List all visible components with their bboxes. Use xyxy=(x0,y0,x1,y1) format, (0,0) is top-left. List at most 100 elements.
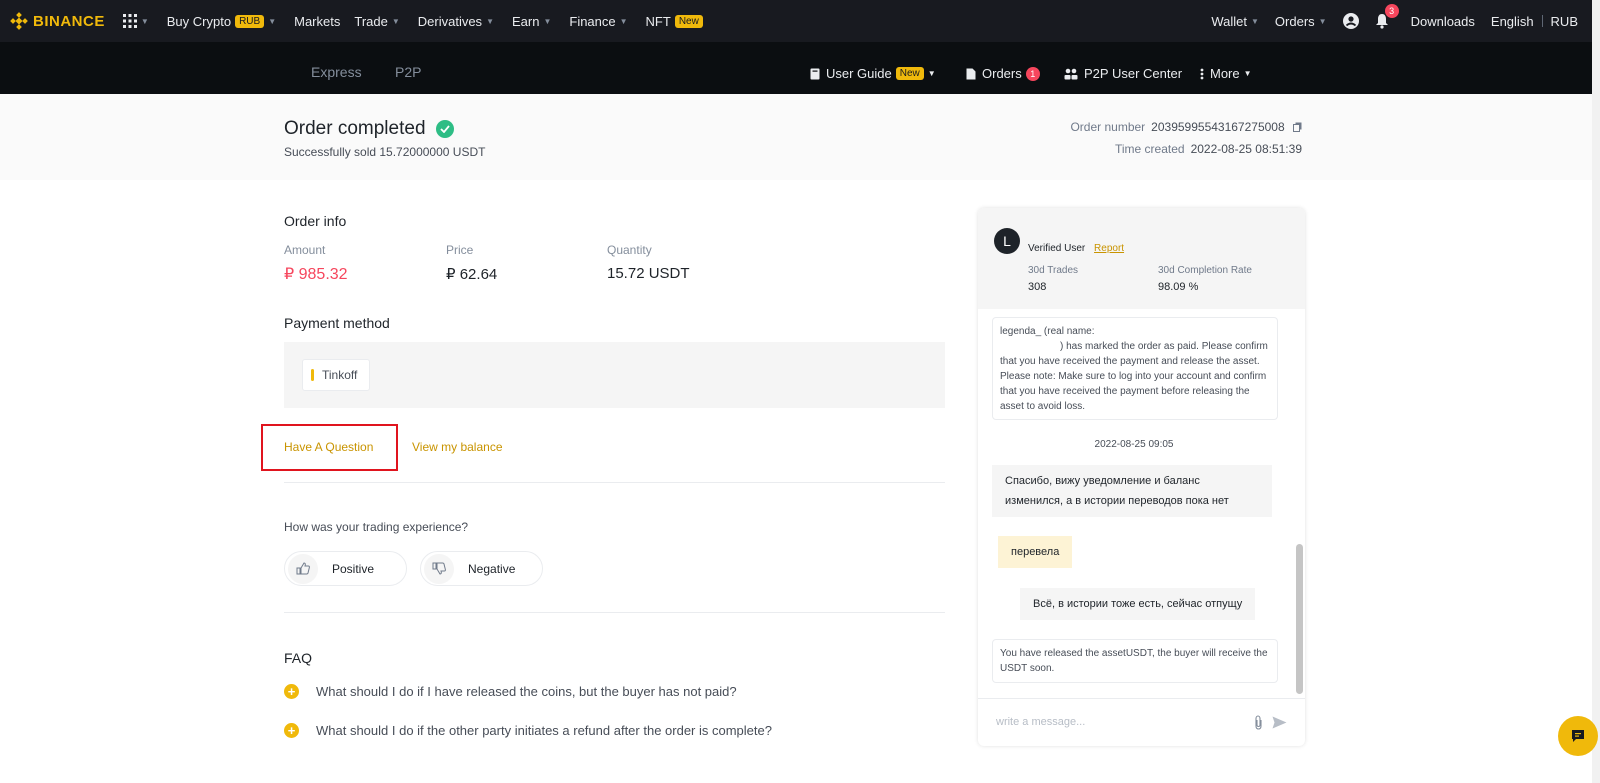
payment-method-title: Payment method xyxy=(284,315,390,331)
amount-value: ₽ 985.32 xyxy=(284,266,348,283)
quantity-label: Quantity xyxy=(607,243,652,257)
nav-language[interactable]: English xyxy=(1491,14,1534,29)
orders-badge: 1 xyxy=(1025,66,1040,81)
nav-derivatives[interactable]: Derivatives ▼ xyxy=(418,14,494,29)
binance-logo[interactable]: BINANCE xyxy=(10,12,105,30)
caret-down-icon: ▼ xyxy=(1243,69,1252,78)
order-header xyxy=(0,94,1592,180)
nav-label: Downloads xyxy=(1410,13,1475,29)
faq-item[interactable]: + What should I do if the other party ini… xyxy=(284,723,772,738)
price-label: Price xyxy=(446,243,474,257)
section-divider xyxy=(284,482,945,483)
chat-scrollbar[interactable] xyxy=(1296,544,1303,694)
view-balance-link[interactable]: View my balance xyxy=(412,440,503,454)
faq-item[interactable]: + What should I do if I have released the… xyxy=(284,684,737,699)
avatar[interactable]: L xyxy=(994,228,1020,254)
faq-question: What should I do if the other party init… xyxy=(316,723,772,738)
nav-label: Markets xyxy=(294,13,341,29)
have-a-question-link[interactable]: Have A Question xyxy=(284,440,373,454)
apps-grid-icon[interactable]: ▼ xyxy=(122,14,149,28)
profile-icon[interactable] xyxy=(1342,13,1359,29)
nav-buy-crypto[interactable]: Buy Crypto RUB ▼ xyxy=(167,14,276,29)
p2p-center-label: P2P User Center xyxy=(1084,66,1183,81)
trades-label: 30d Trades xyxy=(1028,265,1079,276)
system-message: You have released the assetUSDT, the buy… xyxy=(992,639,1278,683)
more-vertical-icon xyxy=(1200,68,1204,79)
chevron-down-icon: ▼ xyxy=(268,16,277,26)
orders-link[interactable]: Orders 1 xyxy=(966,66,1040,81)
nav-label: Orders xyxy=(1274,13,1315,29)
order-subtitle: Successfully sold 15.72000000 USDT xyxy=(284,145,486,159)
order-number-row: Order number 20395995543167275008 xyxy=(1070,120,1302,135)
copy-icon[interactable] xyxy=(1293,121,1302,135)
logo-text: BINANCE xyxy=(33,12,105,30)
currency-pill: RUB xyxy=(235,14,265,28)
faq-title: FAQ xyxy=(284,650,313,666)
chat-message-other: Спасибо, вижу уведомление и баланс измен… xyxy=(992,465,1272,517)
users-icon xyxy=(1064,68,1078,79)
system-message: legenda_ (real name:) has marked the ord… xyxy=(992,317,1278,420)
nav-wallet[interactable]: Wallet ▼ xyxy=(1211,14,1259,29)
payment-method-box xyxy=(284,342,945,408)
quantity-value: 15.72 USDT xyxy=(607,265,690,282)
nav-label: English xyxy=(1490,13,1534,29)
p2p-user-center-link[interactable]: P2P User Center xyxy=(1064,66,1182,81)
notification-badge: 3 xyxy=(1384,4,1399,18)
nav-currency[interactable]: RUB xyxy=(1551,14,1578,29)
paperclip-icon[interactable] xyxy=(1254,715,1263,730)
nav-label: Earn xyxy=(511,13,540,29)
nav-downloads[interactable]: Downloads xyxy=(1411,14,1475,29)
verified-user-label: Verified User Report xyxy=(1028,243,1124,254)
nav-markets[interactable]: Markets xyxy=(294,14,340,29)
book-icon xyxy=(810,68,820,79)
tab-p2p[interactable]: P2P xyxy=(395,64,421,80)
nav-label: RUB xyxy=(1550,13,1578,29)
order-status-title: Order completed xyxy=(284,118,426,139)
user-guide-menu[interactable]: User Guide New ▼ xyxy=(810,66,936,81)
faq-question: What should I do if I have released the … xyxy=(316,684,737,699)
page-scrollbar[interactable] xyxy=(1592,0,1600,783)
amount-label: Amount xyxy=(284,243,326,257)
more-label: More xyxy=(1210,66,1240,81)
p2p-subnav: Express P2P User Guide New ▼ Orders 1 P2… xyxy=(0,42,1600,94)
chat-panel: L Verified User Report 30d Trades 308 30… xyxy=(978,208,1305,746)
chat-header: L Verified User Report 30d Trades 308 30… xyxy=(978,208,1305,309)
completion-rate-label: 30d Completion Rate xyxy=(1158,265,1252,276)
time-created-label: Time created xyxy=(1114,142,1185,156)
message-input[interactable]: write a message... xyxy=(978,698,1305,746)
thumbs-down-icon xyxy=(424,553,454,584)
completion-rate-value: 98.09 % xyxy=(1158,281,1199,293)
nav-divider xyxy=(1541,15,1543,27)
trades-value: 308 xyxy=(1028,281,1047,293)
tab-express[interactable]: Express xyxy=(311,64,362,80)
nav-right: Wallet ▼ Orders ▼ 3 Downloads English RUB xyxy=(1195,4,1578,29)
chat-support-button[interactable] xyxy=(1558,716,1598,756)
nav-nft[interactable]: NFT New xyxy=(646,14,703,29)
nav-finance[interactable]: Finance ▼ xyxy=(569,14,627,29)
nav-label: Finance xyxy=(569,13,616,29)
new-pill: New xyxy=(895,67,924,80)
check-circle-icon xyxy=(435,120,454,138)
chevron-down-icon: ▼ xyxy=(1251,16,1259,26)
chevron-down-icon: ▼ xyxy=(619,16,628,26)
chevron-down-icon: ▼ xyxy=(391,16,400,26)
bell-icon[interactable]: 3 xyxy=(1375,4,1399,29)
nav-trade[interactable]: Trade ▼ xyxy=(354,14,399,29)
chevron-down-icon: ▼ xyxy=(543,16,552,26)
more-menu[interactable]: More ▼ xyxy=(1200,66,1252,81)
payment-method-chip: Tinkoff xyxy=(302,359,370,391)
nav-label: Derivatives xyxy=(417,13,483,29)
system-message-start: legenda_ (real name: xyxy=(1000,326,1095,337)
report-link[interactable]: Report xyxy=(1094,243,1124,254)
nav-orders[interactable]: Orders ▼ xyxy=(1275,14,1327,29)
chat-message-other: Всё, в истории тоже есть, сейчас отпущу xyxy=(1020,588,1256,620)
verified-text: Verified User xyxy=(1028,243,1086,254)
send-icon[interactable] xyxy=(1272,716,1287,729)
nav-earn[interactable]: Earn ▼ xyxy=(512,14,551,29)
positive-feedback-button[interactable]: Positive xyxy=(284,551,407,586)
section-divider xyxy=(284,612,945,613)
chat-timestamp: 2022-08-25 09:05 xyxy=(1094,439,1174,450)
feedback-question: How was your trading experience? xyxy=(284,520,469,534)
page-title: Order completed xyxy=(284,118,454,140)
negative-feedback-button[interactable]: Negative xyxy=(420,551,543,586)
